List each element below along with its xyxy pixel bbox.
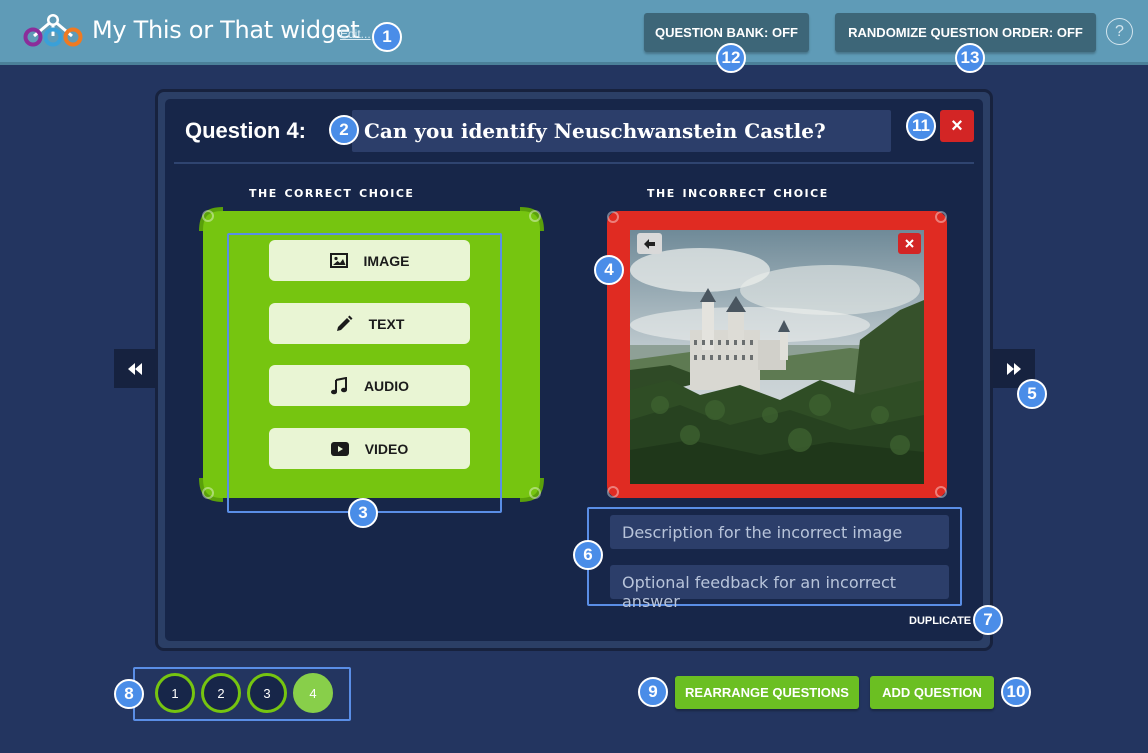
callout-badge: 6: [573, 540, 603, 570]
add-image-button[interactable]: IMAGE: [269, 240, 470, 281]
callout-badge: 3: [348, 498, 378, 528]
close-icon: [905, 239, 914, 248]
page-1-button[interactable]: 1: [155, 673, 195, 713]
callout-badge: 13: [955, 43, 985, 73]
castle-photo-icon: [630, 230, 924, 484]
double-chevron-right-icon: [1007, 362, 1021, 375]
previous-question-button[interactable]: [114, 349, 156, 388]
frame-corner-icon: [607, 486, 619, 498]
add-audio-button[interactable]: AUDIO: [269, 365, 470, 406]
frame-corner-icon: [607, 211, 619, 223]
frame-corner-icon: [519, 477, 544, 502]
question-text-input[interactable]: Can you identify Neuschwanstein Castle?: [352, 110, 891, 152]
rearrange-questions-button[interactable]: REARRANGE QUESTIONS: [675, 676, 859, 709]
add-text-button[interactable]: TEXT: [269, 303, 470, 344]
add-video-button[interactable]: VIDEO: [269, 428, 470, 469]
callout-badge: 7: [973, 605, 1003, 635]
image-icon: [329, 253, 348, 268]
video-icon: [330, 441, 349, 456]
frame-corner-icon: [199, 477, 224, 502]
duplicate-button[interactable]: DUPLICATE: [909, 615, 971, 627]
callout-badge: 9: [638, 677, 668, 707]
callout-badge: 5: [1017, 379, 1047, 409]
image-back-button[interactable]: [637, 233, 662, 254]
incorrect-choice-image: [630, 230, 924, 484]
pencil-icon: [336, 315, 353, 331]
widget-title: My This or That widget: [92, 16, 360, 44]
page-3-button[interactable]: 3: [247, 673, 287, 713]
app-logo-icon: [23, 14, 83, 47]
add-video-label: VIDEO: [364, 440, 409, 457]
add-image-label: IMAGE: [363, 252, 410, 269]
frame-corner-icon: [935, 486, 947, 498]
arrow-left-icon: [644, 238, 655, 249]
add-text-label: TEXT: [368, 315, 405, 332]
callout-badge: 12: [716, 43, 746, 73]
page-2-button[interactable]: 2: [201, 673, 241, 713]
incorrect-description-input[interactable]: Description for the incorrect image: [610, 515, 949, 549]
add-audio-label: AUDIO: [363, 377, 410, 394]
music-icon: [330, 376, 347, 394]
divider: [174, 162, 974, 164]
callout-badge: 2: [329, 115, 359, 145]
page-4-button[interactable]: 4: [293, 673, 333, 713]
image-delete-button[interactable]: [898, 233, 921, 254]
incorrect-feedback-input[interactable]: Optional feedback for an incorrect answe…: [610, 565, 949, 611]
callout-badge: 1: [372, 22, 402, 52]
help-icon[interactable]: ?: [1106, 18, 1133, 45]
delete-question-button[interactable]: ×: [940, 110, 974, 142]
double-chevron-left-icon: [128, 362, 142, 375]
frame-corner-icon: [519, 207, 544, 232]
incorrect-choice-title: The incorrect choice: [647, 183, 829, 201]
add-question-button[interactable]: ADD QUESTION: [870, 676, 994, 709]
callout-badge: 10: [1001, 677, 1031, 707]
question-number-label: Question 4:: [185, 118, 307, 143]
frame-corner-icon: [935, 211, 947, 223]
callout-badge: 8: [114, 679, 144, 709]
frame-corner-icon: [199, 207, 224, 232]
callout-badge: 11: [906, 111, 936, 141]
correct-choice-title: The correct choice: [249, 183, 415, 201]
edit-title-link[interactable]: Edit...: [340, 27, 371, 41]
callout-badge: 4: [594, 255, 624, 285]
